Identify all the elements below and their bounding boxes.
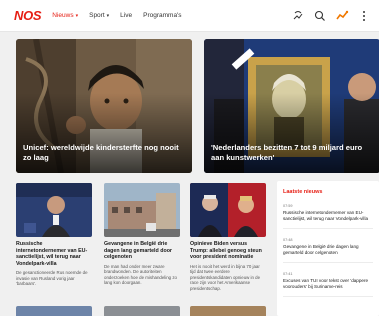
hero-title[interactable]: 'Nederlanders bezitten 7 tot 9 miljard e… (211, 143, 370, 162)
news-card[interactable]: Gevangene in België drie dagen lang gema… (104, 183, 180, 286)
header-tools (283, 9, 371, 23)
chevron-down-icon: ▾ (106, 12, 110, 19)
hero-card[interactable]: 'Nederlanders bezitten 7 tot 9 miljard e… (204, 39, 379, 173)
card-title: Russische internetondernemer van EU-sanc… (16, 241, 88, 267)
latest-news-title: Russische internetondernemer van EU-sanc… (283, 210, 369, 221)
card-title: Opinieve Biden versus Trump: allebei gen… (190, 241, 262, 260)
latest-news-heading[interactable]: Laatste nieuws (283, 189, 373, 195)
nav-item-live[interactable]: Live (120, 12, 132, 19)
latest-news-time: 07:41 (283, 272, 293, 276)
chevron-down-icon: ▾ (75, 12, 79, 19)
card-image-partial[interactable] (16, 306, 92, 316)
latest-news-time: 07:59 (283, 204, 293, 208)
trending-icon[interactable] (335, 9, 349, 23)
search-icon[interactable] (313, 9, 327, 23)
top-navigation-bar: NOS Nieuws ▾ Sport ▾ Live Programma's (0, 0, 379, 32)
latest-news-title: Gevangene in België drie dagen lang gema… (283, 244, 359, 255)
card-description: Het is nooit het werd in bijna 70 jaar t… (190, 263, 261, 291)
latest-news-item[interactable]: 07:41 Excuses van TUI voor tekst over 'd… (283, 272, 373, 297)
nav-item-sport[interactable]: Sport ▾ (89, 12, 109, 19)
nav-item-programmas[interactable]: Programma's (143, 12, 181, 19)
card-image-partial[interactable] (190, 306, 266, 316)
latest-news-item[interactable]: 07:48 Gevangene in België drie dagen lan… (283, 238, 373, 263)
nav-item-label: Sport (89, 12, 105, 19)
latest-news-panel: Laatste nieuws 07:59 Russische interneto… (277, 181, 379, 316)
card-image-biden-trump (190, 183, 266, 237)
card-description: De gesanctioneerde Rus noemde de invasie… (16, 270, 88, 287)
card-description: De man had onder meer zware brandwonden.… (104, 263, 177, 286)
nav-item-nieuws[interactable]: Nieuws ▾ (52, 12, 78, 19)
nav-item-label: Nieuws (52, 12, 74, 19)
more-vertical-icon[interactable] (357, 9, 371, 23)
latest-news-time: 07:48 (283, 238, 293, 242)
hero-card[interactable]: Unicef: wereldwijde kindersterfte nog no… (16, 39, 192, 173)
latest-news-title: Excuses van TUI voor tekst over 'dappere… (283, 278, 369, 289)
nos-logo[interactable]: NOS (14, 8, 42, 23)
nav-item-label: Live (120, 12, 133, 19)
card-image-speaker (16, 183, 92, 237)
card-image-partial[interactable] (104, 306, 180, 316)
main-nav: Nieuws ▾ Sport ▾ Live Programma's (52, 12, 192, 19)
card-title: Gevangene in België drie dagen lang gema… (104, 241, 172, 260)
news-card[interactable]: Russische internetondernemer van EU-sanc… (16, 183, 92, 287)
hero-title[interactable]: Unicef: wereldwijde kindersterfte nog no… (23, 143, 182, 162)
news-card[interactable]: Opinieve Biden versus Trump: allebei gen… (190, 183, 266, 291)
card-image-building (104, 183, 180, 237)
accessibility-icon[interactable] (291, 9, 305, 23)
latest-news-item[interactable]: 07:59 Russische internetondernemer van E… (283, 204, 373, 229)
nav-item-label: Programma's (143, 12, 182, 19)
